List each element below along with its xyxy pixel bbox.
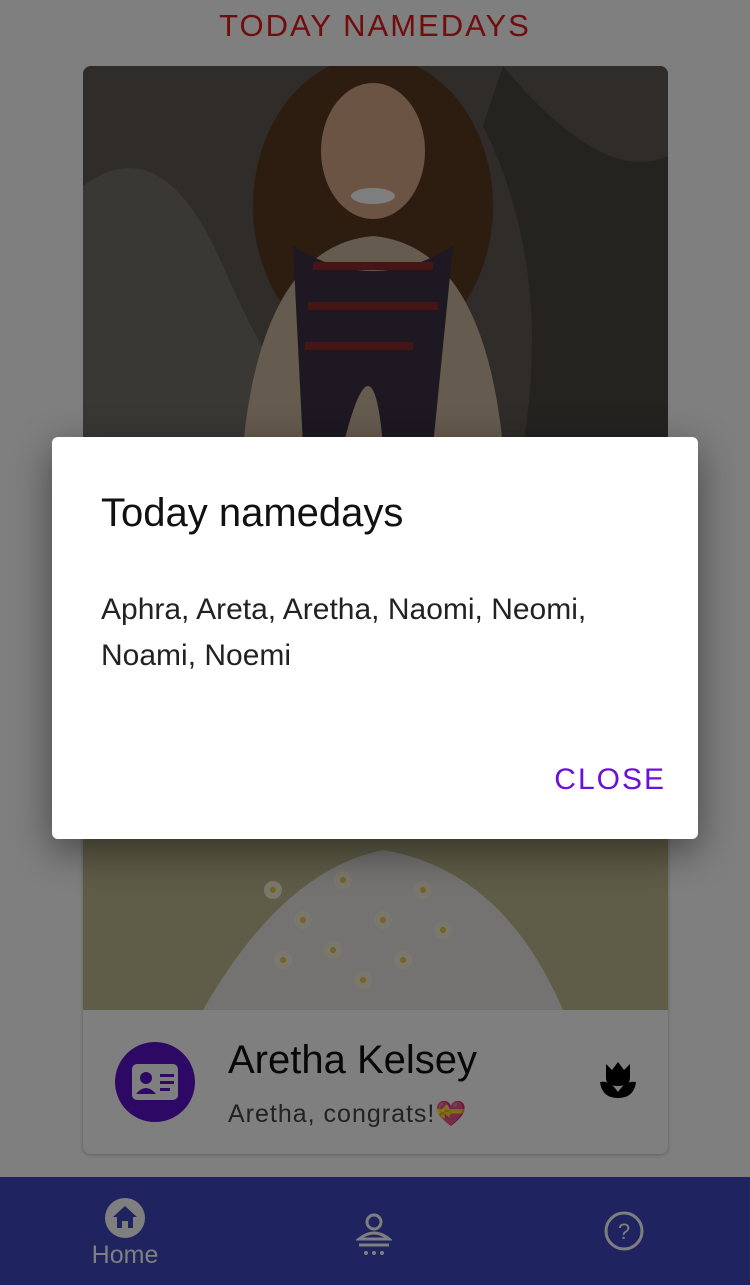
dialog-title: Today namedays: [101, 491, 404, 535]
namedays-dialog: Today namedays Aphra, Areta, Aretha, Nao…: [52, 437, 698, 839]
close-button[interactable]: CLOSE: [554, 763, 666, 797]
dialog-body: Aphra, Areta, Aretha, Naomi, Neomi, Noam…: [101, 593, 587, 672]
app-screen: TODAY NAMEDAYS: [0, 0, 750, 1285]
